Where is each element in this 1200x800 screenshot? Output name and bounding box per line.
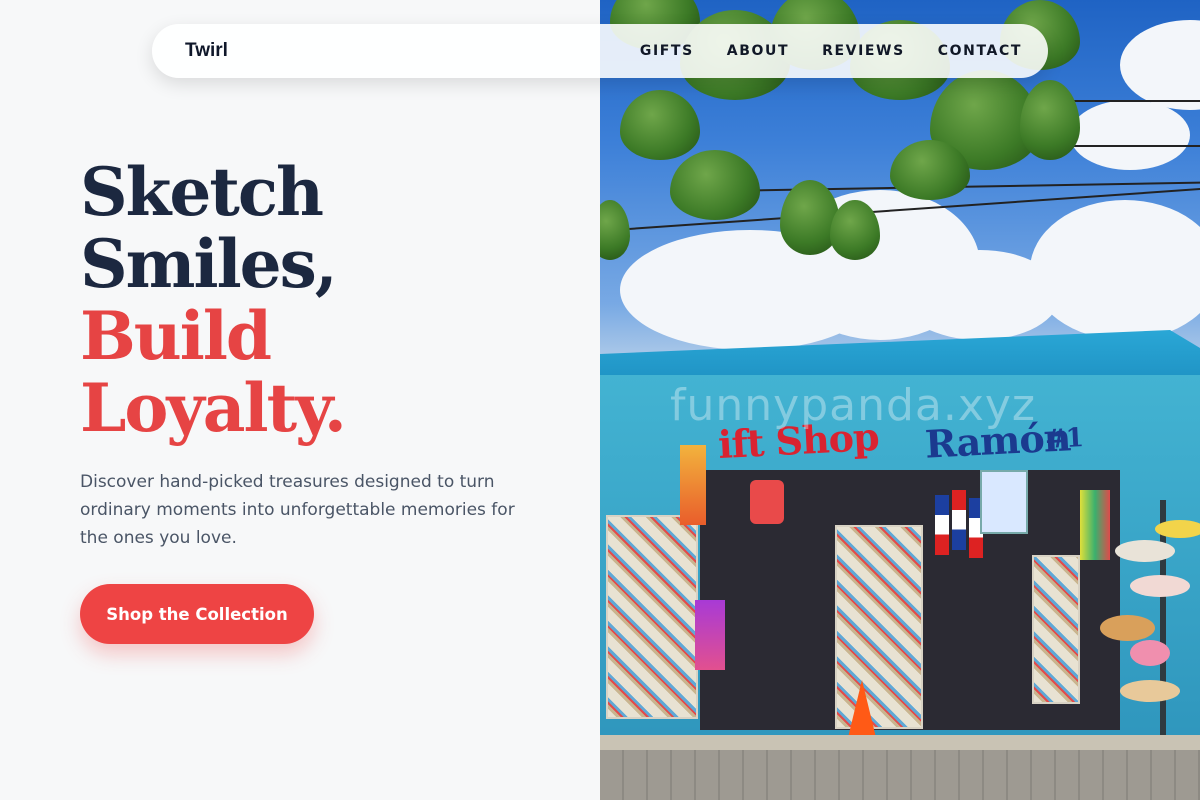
hat-stand	[1160, 500, 1166, 750]
tree-leaf	[670, 150, 760, 220]
hanging-flag	[935, 495, 949, 555]
nav-link-contact[interactable]: CONTACT	[938, 43, 1022, 59]
souvenir-panel	[1032, 555, 1080, 704]
hanging-scarf	[1080, 490, 1110, 560]
shop-sign-number: #1	[1044, 423, 1084, 455]
tree-leaf	[620, 90, 700, 160]
hanging-bag	[750, 480, 784, 524]
headline-accent-line: Build	[80, 297, 272, 375]
nav-links: GIFTS ABOUT REVIEWS CONTACT	[640, 43, 1022, 59]
hero-image: ift Shop Ramón #1 funnypanda.xyz	[600, 0, 1200, 800]
hat	[1130, 575, 1190, 597]
headline-line: Smiles,	[80, 225, 338, 303]
headline-accent-line: Loyalty.	[80, 369, 347, 447]
cloud	[1070, 100, 1190, 170]
watermark: funnypanda.xyz	[670, 380, 1037, 431]
hanging-flag	[952, 490, 966, 550]
headline-line: Sketch	[80, 153, 324, 231]
hat	[1130, 640, 1170, 666]
cloud	[1030, 200, 1200, 340]
top-nav: Twirl GIFTS ABOUT REVIEWS CONTACT	[152, 24, 1048, 78]
tree-leaf	[600, 200, 630, 260]
hat	[1120, 680, 1180, 702]
hero-subtitle: Discover hand-picked treasures designed …	[80, 472, 515, 548]
shop-collection-button[interactable]: Shop the Collection	[80, 584, 314, 644]
hanging-bag	[680, 445, 706, 525]
tree-leaf	[1020, 80, 1080, 160]
nav-link-gifts[interactable]: GIFTS	[640, 43, 694, 59]
hanging-bag	[980, 470, 1028, 534]
nav-link-reviews[interactable]: REVIEWS	[822, 43, 905, 59]
hero-headline: Sketch Smiles, Build Loyalty.	[80, 156, 500, 444]
cobblestone-street	[600, 750, 1200, 800]
hat	[1100, 615, 1155, 641]
hat	[1155, 520, 1200, 538]
cloud	[1120, 20, 1200, 110]
hat	[1115, 540, 1175, 562]
hanging-bag	[695, 600, 725, 670]
brand-logo[interactable]: Twirl	[185, 40, 228, 62]
nav-link-about[interactable]: ABOUT	[727, 43, 789, 59]
souvenir-panel	[606, 515, 698, 719]
